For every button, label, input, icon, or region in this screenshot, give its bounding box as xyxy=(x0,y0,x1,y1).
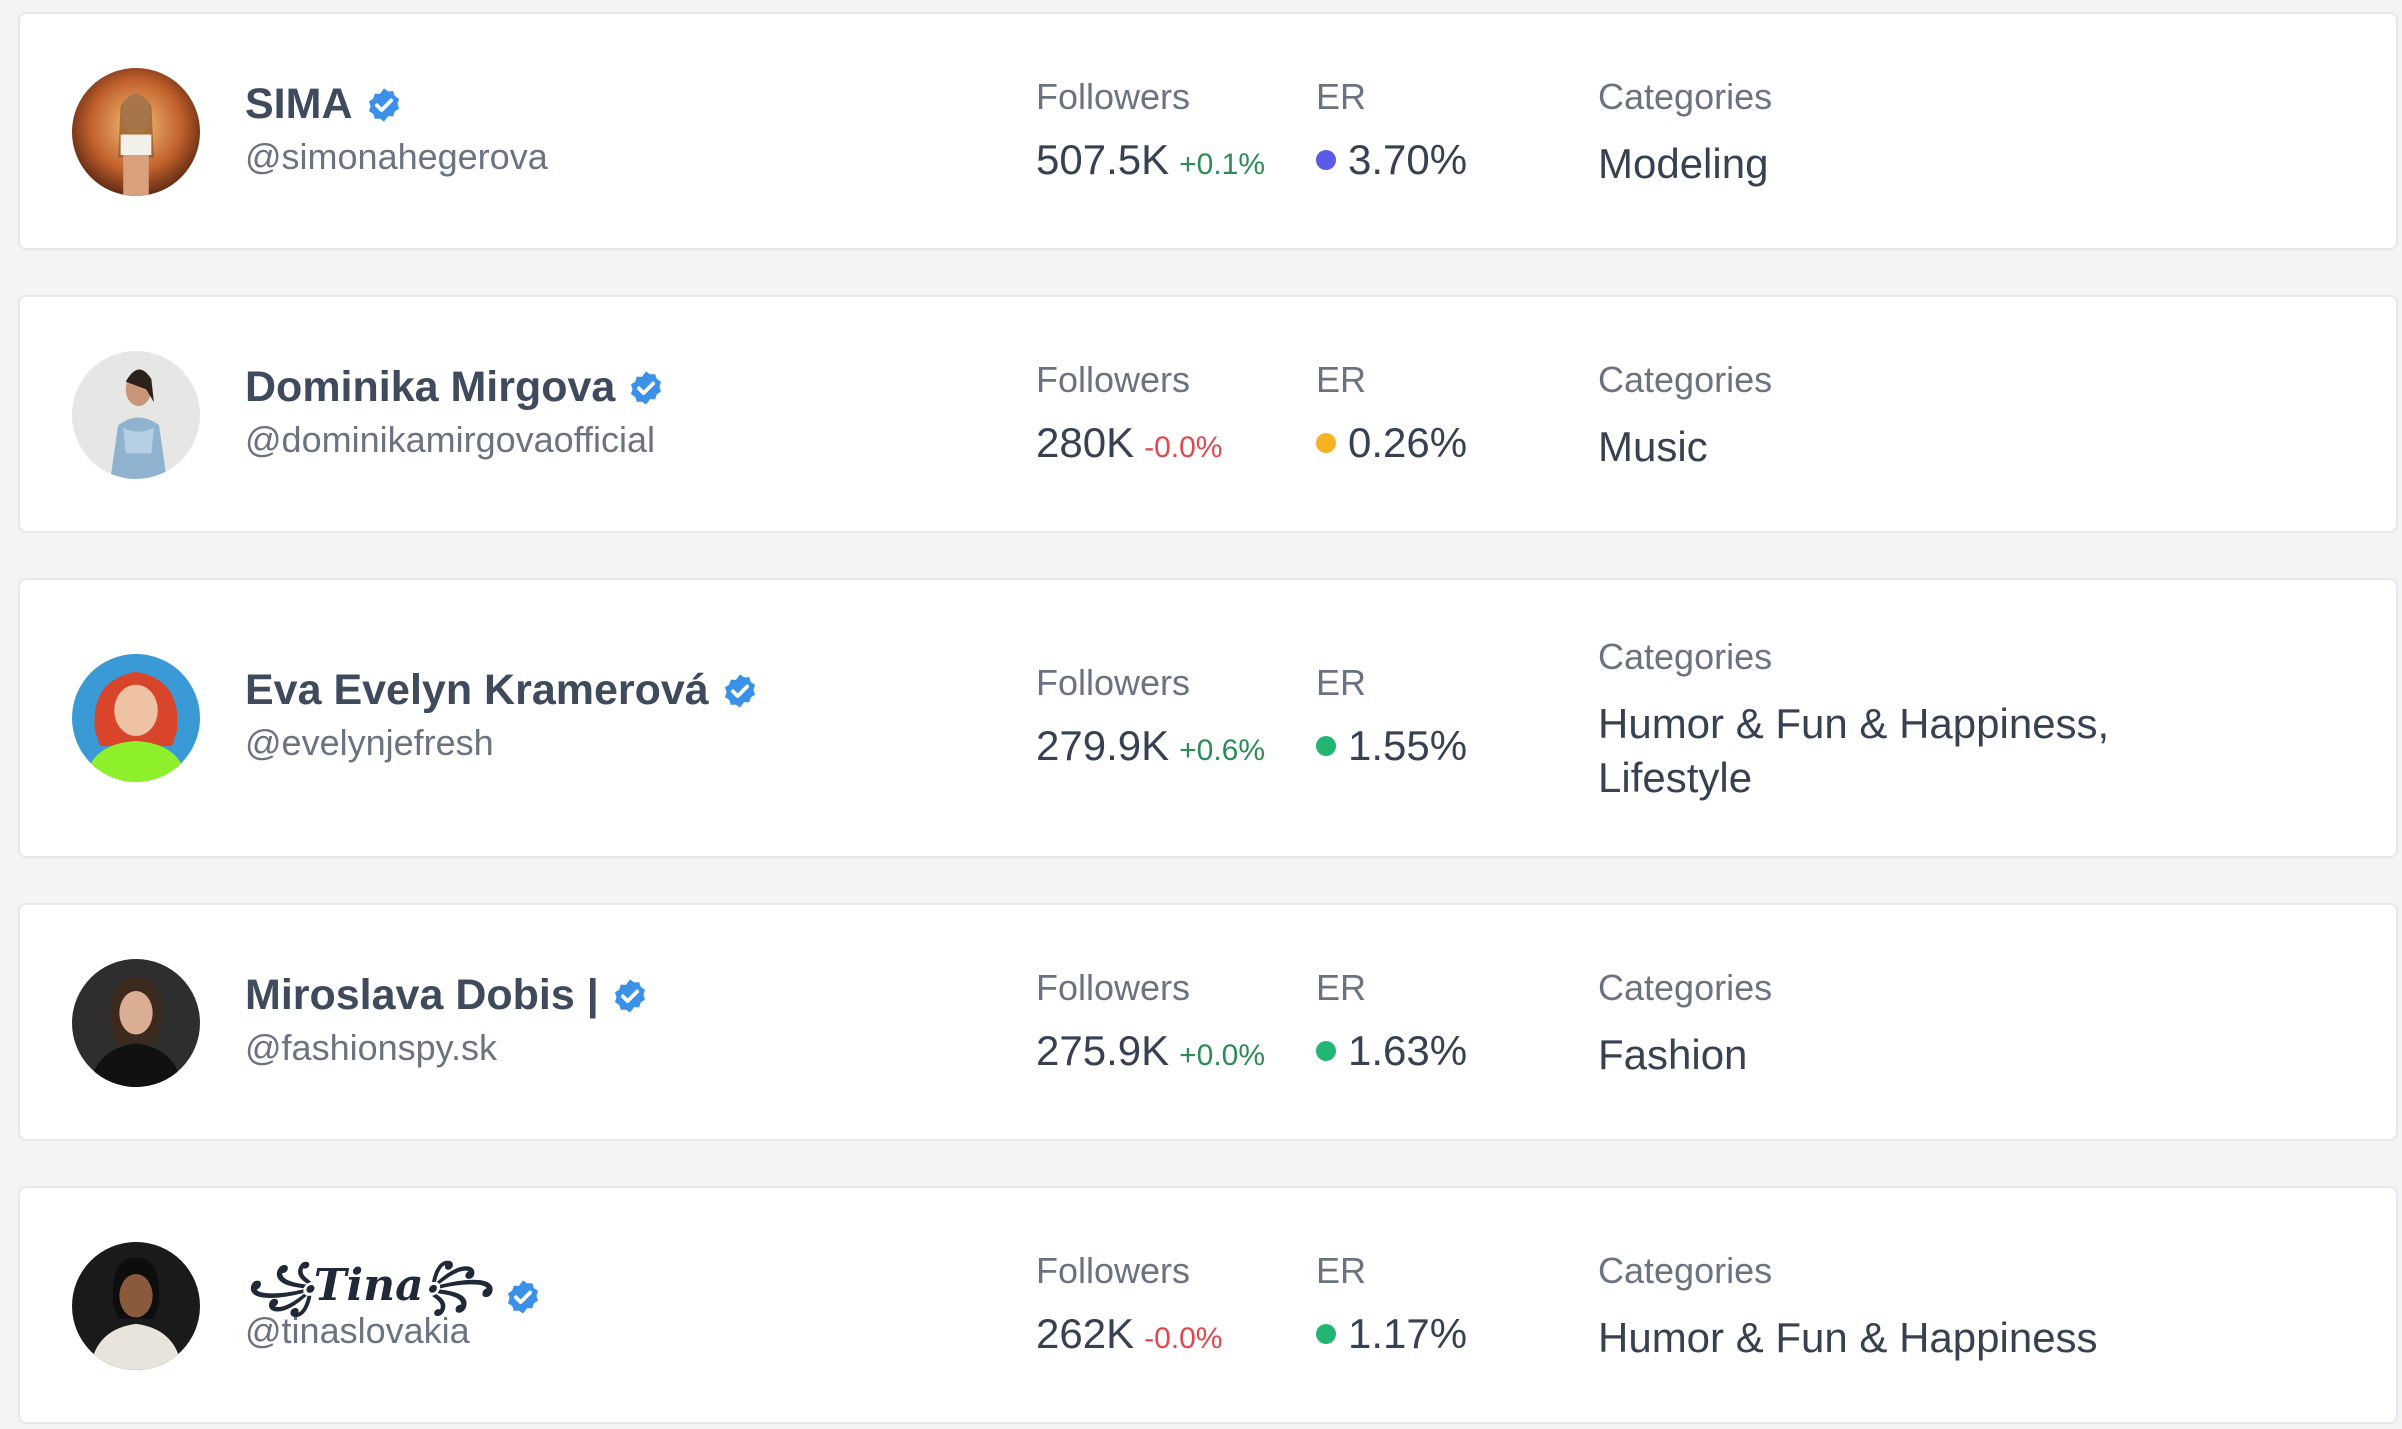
verified-badge-icon xyxy=(627,369,665,407)
verified-badge-icon xyxy=(721,672,759,710)
followers-label: Followers xyxy=(1036,967,1191,1008)
er-percent: 1.55% xyxy=(1348,722,1468,769)
er-status-dot xyxy=(1316,433,1336,453)
er-value: 0.26% xyxy=(1316,419,1467,467)
followers-count: 507.5K xyxy=(1036,136,1170,183)
followers-change: -0.0% xyxy=(1144,1322,1223,1355)
influencer-name[interactable]: SIMA xyxy=(245,80,353,129)
er-value: 1.55% xyxy=(1316,722,1467,770)
followers-count: 280K xyxy=(1036,419,1135,466)
er-label: ER xyxy=(1316,1250,1367,1291)
influencer-card[interactable]: Miroslava Dobis | @fashionspy.sk Followe… xyxy=(18,903,2398,1141)
er-percent: 1.63% xyxy=(1348,1027,1468,1074)
er-status-dot xyxy=(1316,1324,1336,1344)
er-value: 3.70% xyxy=(1316,136,1467,184)
verified-badge-icon xyxy=(611,977,649,1015)
avatar[interactable] xyxy=(72,654,200,782)
categories-value: Humor & Fun & Happiness xyxy=(1598,1314,2098,1361)
followers-count: 275.9K xyxy=(1036,1027,1170,1074)
categories-value: Music xyxy=(1598,423,1708,470)
followers-value: 279.9K +0.6% xyxy=(1036,722,1265,770)
er-label: ER xyxy=(1316,359,1367,400)
followers-change: +0.1% xyxy=(1179,148,1266,181)
followers-label: Followers xyxy=(1036,1250,1191,1291)
influencer-name[interactable]: Eva Evelyn Kramerová xyxy=(245,666,709,715)
influencer-name[interactable]: Dominika Mirgova xyxy=(245,363,615,412)
er-percent: 3.70% xyxy=(1348,136,1468,183)
categories-label: Categories xyxy=(1598,1250,1773,1291)
influencer-handle[interactable]: @evelynjefresh xyxy=(245,722,494,764)
followers-value: 275.9K +0.0% xyxy=(1036,1027,1265,1075)
avatar[interactable] xyxy=(72,351,200,479)
er-percent: 1.17% xyxy=(1348,1310,1468,1357)
er-label: ER xyxy=(1316,662,1367,703)
categories-label: Categories xyxy=(1598,636,1773,677)
er-status-dot xyxy=(1316,150,1336,170)
influencer-card[interactable]: Eva Evelyn Kramerová @evelynjefresh Foll… xyxy=(18,578,2398,858)
categories-value: Humor & Fun & Happiness, Lifestyle xyxy=(1598,700,2110,801)
er-status-dot xyxy=(1316,736,1336,756)
avatar[interactable] xyxy=(72,68,200,196)
er-value: 1.17% xyxy=(1316,1310,1467,1358)
influencer-handle[interactable]: @dominikamirgovaofficial xyxy=(245,419,655,461)
avatar[interactable] xyxy=(72,959,200,1087)
er-percent: 0.26% xyxy=(1348,419,1468,466)
influencer-card[interactable]: ꧁Tina꧂ @tinaslovakia Followers 262K -0.0%… xyxy=(18,1186,2398,1424)
er-label: ER xyxy=(1316,76,1367,117)
followers-label: Followers xyxy=(1036,359,1191,400)
followers-label: Followers xyxy=(1036,76,1191,117)
verified-badge-icon xyxy=(365,86,403,124)
influencer-name[interactable]: Miroslava Dobis | xyxy=(245,971,599,1020)
name-row: SIMA xyxy=(245,80,403,129)
influencer-handle[interactable]: @tinaslovakia xyxy=(245,1310,470,1352)
categories-label: Categories xyxy=(1598,967,1773,1008)
er-label: ER xyxy=(1316,967,1367,1008)
influencer-card[interactable]: Dominika Mirgova @dominikamirgovaofficia… xyxy=(18,295,2398,533)
followers-value: 507.5K +0.1% xyxy=(1036,136,1265,184)
influencer-handle[interactable]: @fashionspy.sk xyxy=(245,1027,497,1069)
followers-value: 280K -0.0% xyxy=(1036,419,1222,467)
followers-label: Followers xyxy=(1036,662,1191,703)
followers-change: -0.0% xyxy=(1144,431,1223,464)
influencer-handle[interactable]: @simonahegerova xyxy=(245,136,548,178)
followers-value: 262K -0.0% xyxy=(1036,1310,1222,1358)
name-row: Dominika Mirgova xyxy=(245,363,665,412)
avatar[interactable] xyxy=(72,1242,200,1370)
categories-label: Categories xyxy=(1598,76,1773,117)
followers-count: 279.9K xyxy=(1036,722,1170,769)
er-value: 1.63% xyxy=(1316,1027,1467,1075)
influencer-card[interactable]: SIMA @simonahegerova Followers 507.5K +0.… xyxy=(18,12,2398,250)
categories-value: Modeling xyxy=(1598,140,1769,187)
name-row: Eva Evelyn Kramerová xyxy=(245,666,759,715)
followers-count: 262K xyxy=(1036,1310,1135,1357)
followers-change: +0.6% xyxy=(1179,734,1266,767)
categories-label: Categories xyxy=(1598,359,1773,400)
categories-value: Fashion xyxy=(1598,1031,1748,1078)
followers-change: +0.0% xyxy=(1179,1039,1266,1072)
er-status-dot xyxy=(1316,1041,1336,1061)
name-row: Miroslava Dobis | xyxy=(245,971,649,1020)
verified-badge-icon xyxy=(504,1278,542,1316)
